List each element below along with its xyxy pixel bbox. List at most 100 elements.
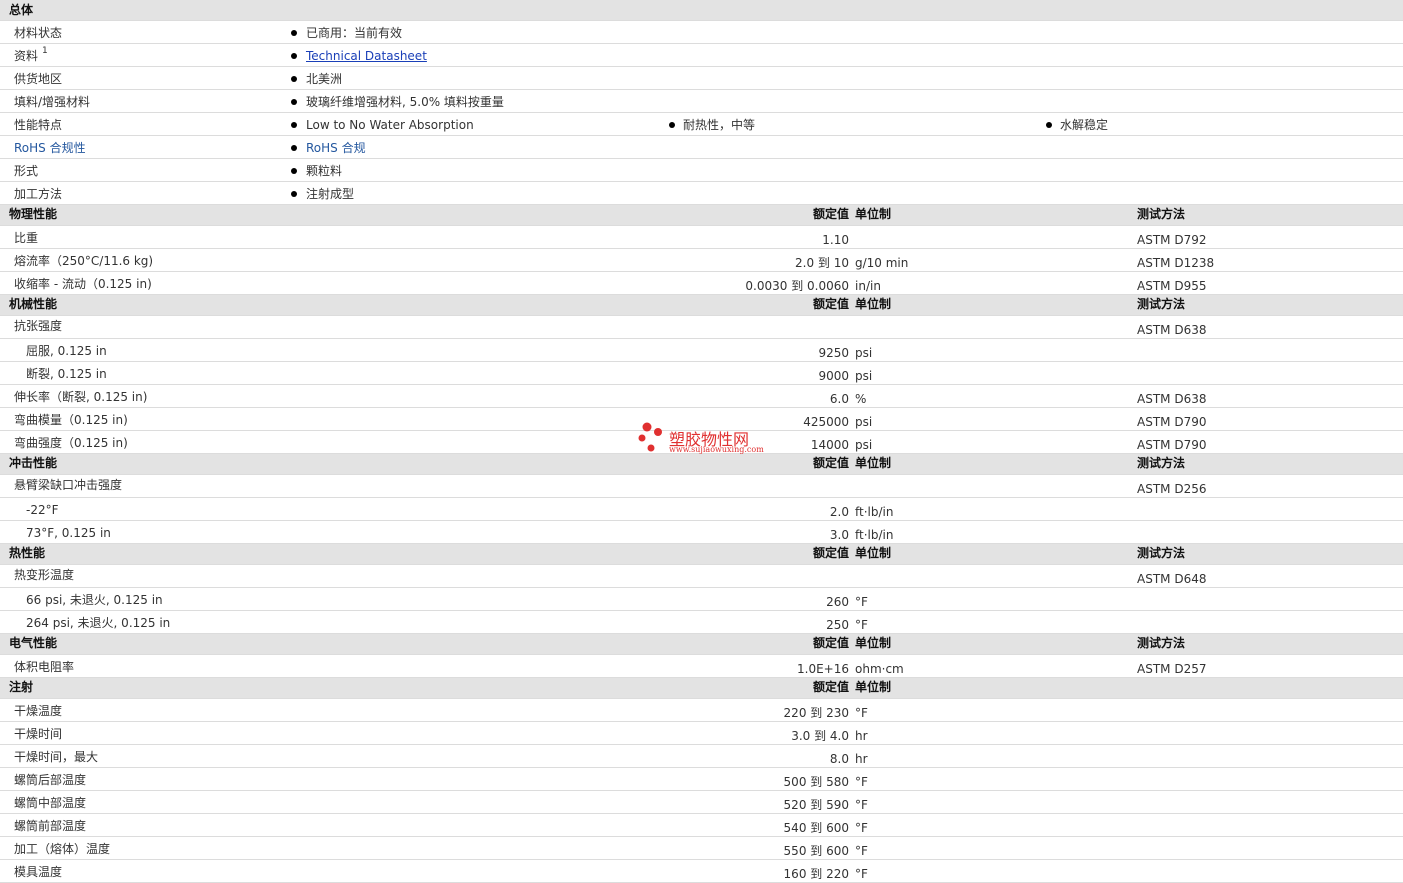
section-header: 电气性能 额定值 单位制 测试方法 xyxy=(0,634,1403,655)
general-value: 耐热性，中等 xyxy=(683,118,756,132)
property-label: 收缩率 - 流动（0.125 in) xyxy=(14,277,152,291)
section-header: 机械性能 额定值 单位制 测试方法 xyxy=(0,295,1403,316)
property-value: 8.0 xyxy=(829,752,849,766)
property-label: 螺筒后部温度 xyxy=(14,773,87,787)
column-unit: 单位制 xyxy=(855,456,892,470)
general-value: 已商用：当前有效 xyxy=(306,26,403,40)
section-title: 总体 xyxy=(9,3,34,17)
property-label: 抗张强度 xyxy=(14,319,63,333)
general-label: 资料 xyxy=(14,49,39,63)
bullet-icon xyxy=(291,53,297,59)
column-unit: 单位制 xyxy=(855,546,892,560)
column-nominal: 额定值 xyxy=(812,297,849,311)
column-unit: 单位制 xyxy=(855,680,892,694)
column-nominal: 额定值 xyxy=(812,680,849,694)
property-label: 螺筒中部温度 xyxy=(14,796,87,810)
property-value: 1.0E+16 xyxy=(797,662,849,676)
test-method: ASTM D792 xyxy=(1137,233,1207,247)
property-unit: °F xyxy=(855,618,868,632)
property-row: 熔流率（250°C/11.6 kg) 2.0 到 10 g/10 min ASTM D… xyxy=(0,249,1403,272)
column-method: 测试方法 xyxy=(1137,546,1186,560)
property-row: 体积电阻率 1.0E+16 ohm·cm ASTM D257 xyxy=(0,655,1403,678)
property-label: 热变形温度 xyxy=(14,568,75,582)
test-method: ASTM D256 xyxy=(1137,482,1207,496)
property-unit: hr xyxy=(855,729,868,743)
general-value: 注射成型 xyxy=(306,187,355,201)
general-row: 供货地区 北美洲 xyxy=(0,67,1403,90)
property-unit: ft·lb/in xyxy=(855,528,894,542)
property-unit: psi xyxy=(855,369,873,383)
general-row: 加工方法 注射成型 xyxy=(0,182,1403,205)
property-unit: psi xyxy=(855,346,873,360)
section-header-general: 总体 xyxy=(0,0,1403,21)
property-label: 弯曲强度（0.125 in) xyxy=(14,436,128,450)
logo-dots-icon xyxy=(638,422,662,452)
bullet-icon xyxy=(291,191,297,197)
column-method: 测试方法 xyxy=(1137,456,1186,470)
column-unit: 单位制 xyxy=(855,297,892,311)
general-row: 材料状态 已商用：当前有效 xyxy=(0,21,1403,44)
section-title: 热性能 xyxy=(9,546,46,560)
property-row: 伸长率（断裂, 0.125 in) 6.0% ASTM D638 xyxy=(0,385,1403,408)
test-method: ASTM D638 xyxy=(1137,323,1207,337)
general-row: 性能特点 Low to No Water Absorption 耐热性，中等 水解稳定 xyxy=(0,113,1403,136)
property-unit: °F xyxy=(855,844,868,858)
test-method: ASTM D257 xyxy=(1137,662,1207,676)
property-label: 干燥温度 xyxy=(14,704,63,718)
bullet-icon xyxy=(291,99,297,105)
property-value: 3.0 到 4.0 xyxy=(791,729,849,743)
general-row: 资料 1 Technical Datasheet xyxy=(0,44,1403,67)
property-label: 体积电阻率 xyxy=(14,660,75,674)
property-row: 热变形温度 ASTM D648 xyxy=(0,565,1403,588)
column-nominal: 额定值 xyxy=(812,546,849,560)
general-value: RoHS 合规 xyxy=(306,141,366,155)
section-title: 冲击性能 xyxy=(9,456,58,470)
property-row: 悬臂梁缺口冲击强度 ASTM D256 xyxy=(0,475,1403,498)
bullet-icon xyxy=(669,122,675,128)
datasheet-link[interactable]: Technical Datasheet xyxy=(306,49,427,63)
property-unit: °F xyxy=(855,821,868,835)
property-label: 73°F, 0.125 in xyxy=(26,526,111,540)
property-row: 螺筒后部温度 500 到 580 °F xyxy=(0,768,1403,791)
general-label: 填料/增强材料 xyxy=(14,95,91,109)
property-label: 弯曲模量（0.125 in) xyxy=(14,413,128,427)
property-row: 模具温度 160 到 220 °F xyxy=(0,860,1403,883)
property-value: 14000 xyxy=(810,438,849,452)
section-header: 注射 额定值 单位制 xyxy=(0,678,1403,699)
property-value: 9000 xyxy=(818,369,849,383)
property-unit: ohm·cm xyxy=(855,662,904,676)
property-unit: hr xyxy=(855,752,868,766)
property-label: 悬臂梁缺口冲击强度 xyxy=(14,478,123,492)
property-row: 断裂, 0.125 in 9000 psi xyxy=(0,362,1403,385)
property-value: 425000 xyxy=(803,415,849,429)
general-label: 形式 xyxy=(14,164,39,178)
property-value: 260 xyxy=(826,595,849,609)
footnote-marker: 1 xyxy=(42,46,48,56)
general-row: RoHS 合规性 RoHS 合规 xyxy=(0,136,1403,159)
property-value: 550 到 600 xyxy=(783,844,849,858)
section-title: 物理性能 xyxy=(9,207,58,221)
general-value: 北美洲 xyxy=(306,72,343,86)
property-row: 干燥时间，最大 8.0 hr xyxy=(0,745,1403,768)
property-row: 66 psi, 未退火, 0.125 in 260 °F xyxy=(0,588,1403,611)
bullet-icon xyxy=(291,30,297,36)
column-method: 测试方法 xyxy=(1137,297,1186,311)
section-title: 电气性能 xyxy=(9,636,58,650)
section-header: 冲击性能 额定值 单位制 测试方法 xyxy=(0,454,1403,475)
general-value: 玻璃纤维增强材料, 5.0% 填料按重量 xyxy=(306,95,504,109)
property-label: 伸长率（断裂, 0.125 in) xyxy=(14,390,148,404)
property-row: 屈服, 0.125 in 9250 psi xyxy=(0,339,1403,362)
property-label: 屈服, 0.125 in xyxy=(26,344,107,358)
general-label: 性能特点 xyxy=(14,118,63,132)
test-method: ASTM D638 xyxy=(1137,392,1207,406)
property-label: 加工（熔体）温度 xyxy=(14,842,111,856)
property-row: -22°F 2.0 ft·lb/in xyxy=(0,498,1403,521)
section-title: 注射 xyxy=(9,680,34,694)
property-value: 2.0 xyxy=(829,505,849,519)
column-nominal: 额定值 xyxy=(812,207,849,221)
property-unit: °F xyxy=(855,798,868,812)
property-value: 160 到 220 xyxy=(783,867,849,881)
property-label: 66 psi, 未退火, 0.125 in xyxy=(26,593,163,607)
property-label: -22°F xyxy=(26,503,59,517)
general-value: 水解稳定 xyxy=(1060,118,1109,132)
